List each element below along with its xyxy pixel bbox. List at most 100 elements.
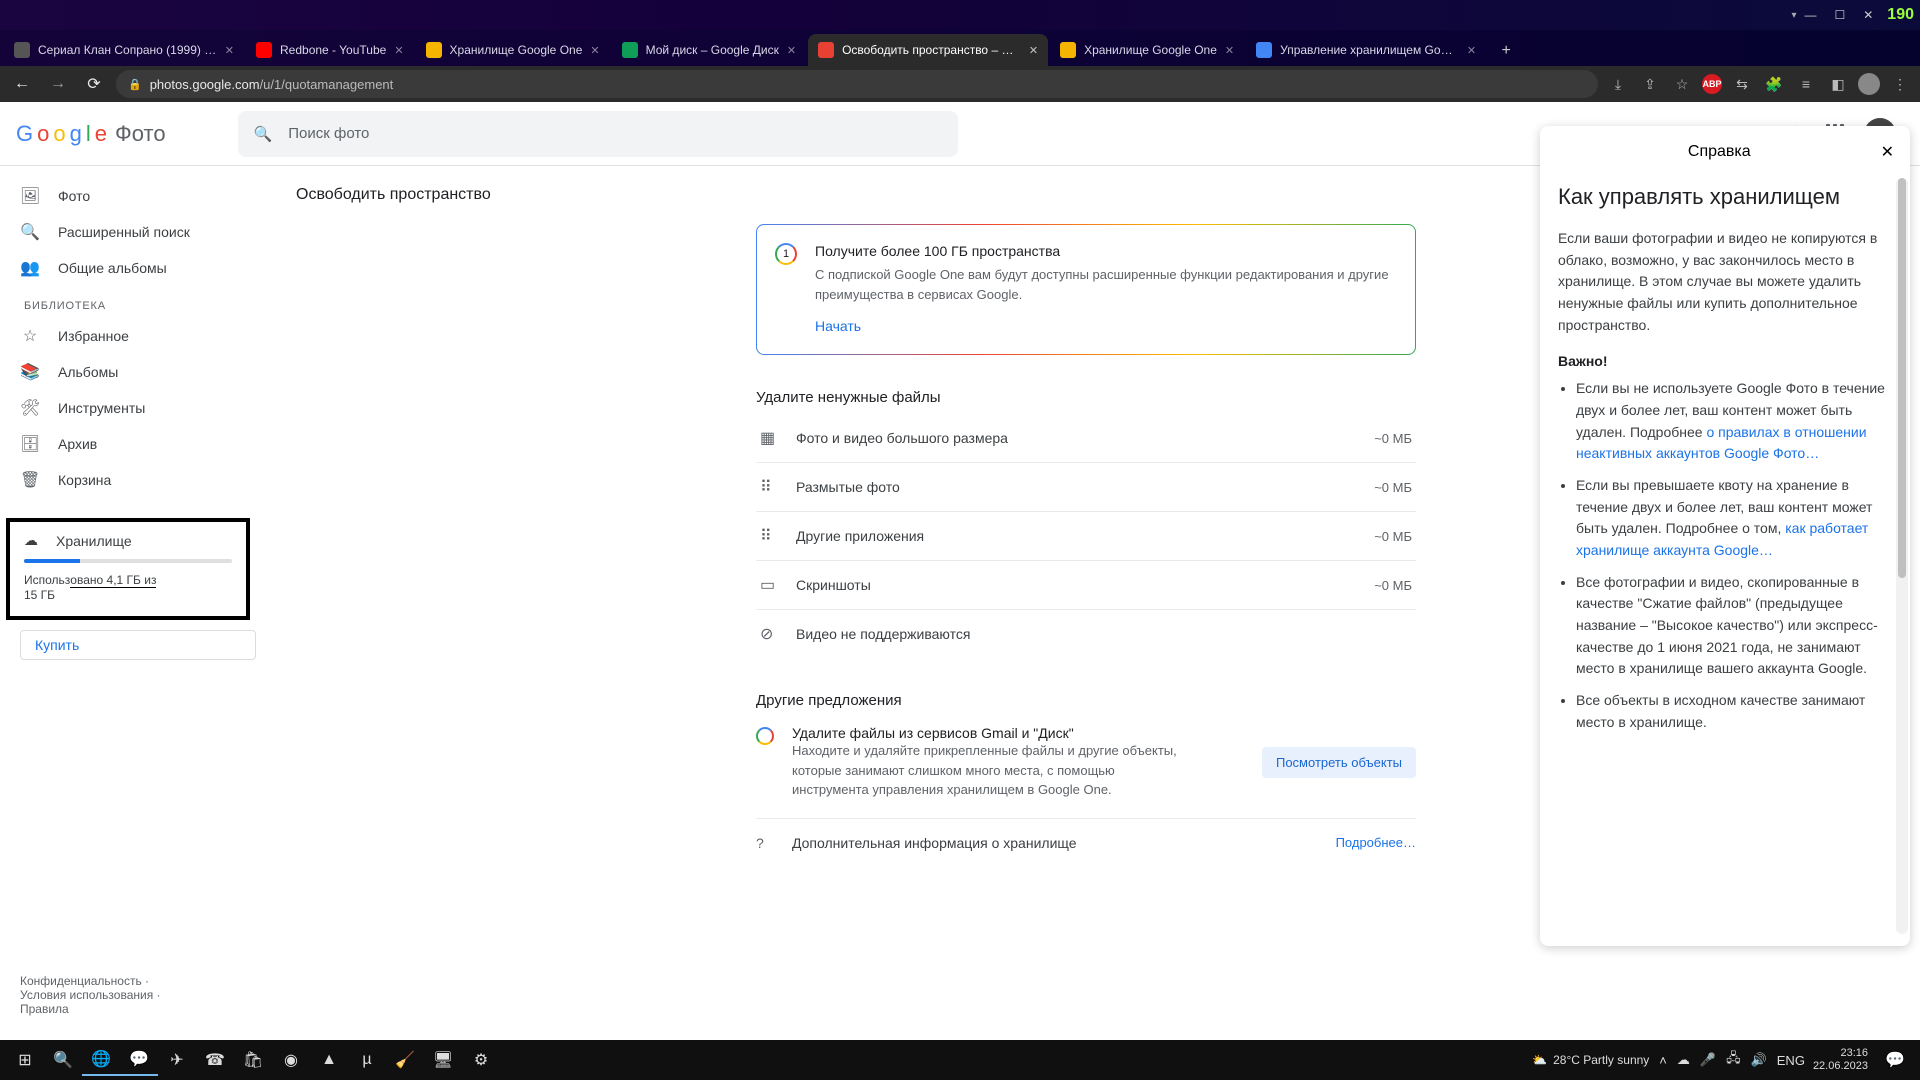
cleanup-row[interactable]: ⊘Видео не поддерживаются (756, 610, 1416, 658)
sidepanel-icon[interactable]: ◧ (1826, 76, 1850, 93)
footer-link[interactable]: Конфиденциальность · (20, 974, 236, 988)
product-name: Фото (115, 121, 166, 147)
google-photos-logo[interactable]: Google Фото (16, 121, 166, 147)
taskbar-chrome[interactable]: 🌐 (82, 1044, 120, 1076)
close-window-icon[interactable]: ✕ (1863, 8, 1873, 22)
sidebar-item[interactable]: 🔍Расширенный поиск (0, 214, 256, 250)
close-tab-icon[interactable]: ✕ (225, 44, 234, 57)
tray-onedrive-icon[interactable]: ☁ (1677, 1052, 1690, 1068)
sidebar-item[interactable]: 🛠Инструменты (0, 390, 256, 426)
search-button[interactable]: 🔍 (44, 1044, 82, 1076)
help-intro: Если ваши фотографии и видео не копируют… (1558, 228, 1894, 336)
search-input[interactable]: 🔍 Поиск фото (238, 111, 958, 157)
taskbar-store[interactable]: 🛍 (234, 1044, 272, 1076)
install-app-icon[interactable]: ⤓ (1606, 76, 1630, 93)
sidebar-item[interactable]: 👥Общие альбомы (0, 250, 256, 286)
extensions-icon[interactable]: 🧩 (1762, 76, 1786, 93)
sidebar-item[interactable]: 🗄Архив (0, 426, 256, 462)
cleanup-row[interactable]: ⠿Размытые фото~0 МБ (756, 463, 1416, 512)
browser-tab[interactable]: Хранилище Google One✕ (416, 34, 610, 66)
exchange-icon[interactable]: ⇆ (1730, 76, 1754, 93)
sidebar-item[interactable]: 🗑Корзина (0, 462, 256, 498)
browser-tab[interactable]: Мой диск – Google Диск✕ (612, 34, 806, 66)
row-icon: ▦ (760, 428, 782, 448)
address-bar[interactable]: 🔒 photos.google.com/u/1/quotamanagement (116, 70, 1598, 98)
footer-link[interactable]: Правила (20, 1002, 236, 1016)
storage-label[interactable]: Хранилище (56, 533, 132, 549)
cleanup-row[interactable]: ⠿Другие приложения~0 МБ (756, 512, 1416, 561)
taskbar-viber[interactable]: ☎ (196, 1044, 234, 1076)
close-tab-icon[interactable]: ✕ (1467, 44, 1476, 57)
sidebar-item[interactable]: 📚Альбомы (0, 354, 256, 390)
weather-widget[interactable]: ⛅ 28°C Partly sunny (1532, 1053, 1649, 1067)
browser-tab[interactable]: Управление хранилищем Goo…✕ (1246, 34, 1486, 66)
tray-chevron-icon[interactable]: ˄ (1659, 1053, 1667, 1068)
bookmark-icon[interactable]: ☆ (1670, 76, 1694, 93)
start-button[interactable]: ⊞ (6, 1044, 44, 1076)
view-objects-button[interactable]: Посмотреть объекты (1262, 747, 1416, 778)
taskbar-steam[interactable]: ◉ (272, 1044, 310, 1076)
browser-tab[interactable]: Хранилище Google One✕ (1050, 34, 1244, 66)
storage-info-row[interactable]: ? Дополнительная информация о хранилище … (756, 819, 1416, 867)
taskbar-yandex[interactable]: ▲ (310, 1044, 348, 1076)
footer-link[interactable]: Условия использования · (20, 988, 236, 1002)
row-icon: ⠿ (760, 526, 782, 546)
extension-badge[interactable]: 190 (1887, 6, 1914, 24)
scrollbar-thumb[interactable] (1898, 178, 1906, 578)
back-button[interactable]: ← (8, 75, 36, 93)
close-tab-icon[interactable]: ✕ (1225, 44, 1234, 57)
close-tab-icon[interactable]: ✕ (590, 44, 599, 57)
gmail-drive-offer: Удалите файлы из сервисов Gmail и "Диск"… (756, 717, 1416, 819)
search-placeholder: Поиск фото (288, 125, 369, 142)
profile-avatar[interactable] (1858, 73, 1880, 95)
sidebar-icon: 🗑 (20, 470, 40, 490)
tab-overflow-caret[interactable]: ▾ (1791, 10, 1796, 21)
row-size: ~0 МБ (1374, 529, 1412, 544)
browser-tab[interactable]: Сериал Клан Сопрано (1999) с…✕ (4, 34, 244, 66)
taskbar-telegram[interactable]: ✈ (158, 1044, 196, 1076)
taskbar-utorrent[interactable]: µ (348, 1044, 386, 1076)
cleanup-row[interactable]: ▦Фото и видео большого размера~0 МБ (756, 414, 1416, 463)
favicon (256, 42, 272, 58)
sidebar-item[interactable]: ☆Избранное (0, 318, 256, 354)
sidebar-item[interactable]: 🖼Фото (0, 178, 256, 214)
minimize-icon[interactable]: ― (1804, 8, 1816, 22)
share-icon[interactable]: ⇪ (1638, 76, 1662, 93)
cleanup-row[interactable]: ▭Скриншоты~0 МБ (756, 561, 1416, 610)
system-tray[interactable]: ˄ ☁ 🎤 🖧 🔊 ENG (1659, 1049, 1805, 1071)
forward-button[interactable]: → (44, 75, 72, 93)
sidebar-label: Фото (58, 188, 90, 204)
section-delete-files: Удалите ненужные файлы (756, 389, 1416, 406)
adblock-icon[interactable]: ABP (1702, 74, 1722, 94)
favicon (818, 42, 834, 58)
taskbar-wot[interactable]: ⚙ (462, 1044, 500, 1076)
browser-tab[interactable]: Redbone - YouTube✕ (246, 34, 414, 66)
learn-more-link[interactable]: Подробнее… (1336, 835, 1416, 850)
close-tab-icon[interactable]: ✕ (394, 44, 403, 57)
tray-language[interactable]: ENG (1777, 1053, 1805, 1068)
promo-cta[interactable]: Начать (815, 318, 861, 334)
google-one-promo: 1 Получите более 100 ГБ пространства С п… (756, 224, 1416, 355)
taskbar-monitor[interactable]: 🖥 (424, 1044, 462, 1076)
taskbar-discord[interactable]: 💬 (120, 1044, 158, 1076)
close-tab-icon[interactable]: ✕ (787, 44, 796, 57)
tray-network-icon[interactable]: 🖧 (1726, 1049, 1741, 1071)
new-tab-button[interactable]: + (1492, 42, 1520, 60)
url-path: /u/1/quotamanagement (260, 77, 394, 92)
browser-tab[interactable]: Освободить пространство – G…✕ (808, 34, 1048, 66)
info-icon: ? (756, 835, 778, 851)
close-tab-icon[interactable]: ✕ (1029, 44, 1038, 57)
chrome-menu-icon[interactable]: ⋮ (1888, 76, 1912, 93)
action-center-icon[interactable]: 💬 (1876, 1044, 1914, 1076)
tray-mic-icon[interactable]: 🎤 (1700, 1052, 1716, 1068)
sidebar-label: Общие альбомы (58, 260, 167, 276)
maximize-icon[interactable]: ☐ (1834, 8, 1845, 22)
reload-button[interactable]: ⟳ (80, 74, 108, 94)
taskbar-ccleaner[interactable]: 🧹 (386, 1044, 424, 1076)
help-scrollbar[interactable] (1896, 178, 1908, 934)
buy-storage-button[interactable]: Купить (20, 630, 256, 660)
taskbar-clock[interactable]: 23:1622.06.2023 (1813, 1047, 1868, 1072)
reading-list-icon[interactable]: ≡ (1794, 76, 1818, 92)
tray-volume-icon[interactable]: 🔊 (1751, 1052, 1767, 1068)
close-help-icon[interactable]: ✕ (1881, 142, 1894, 162)
